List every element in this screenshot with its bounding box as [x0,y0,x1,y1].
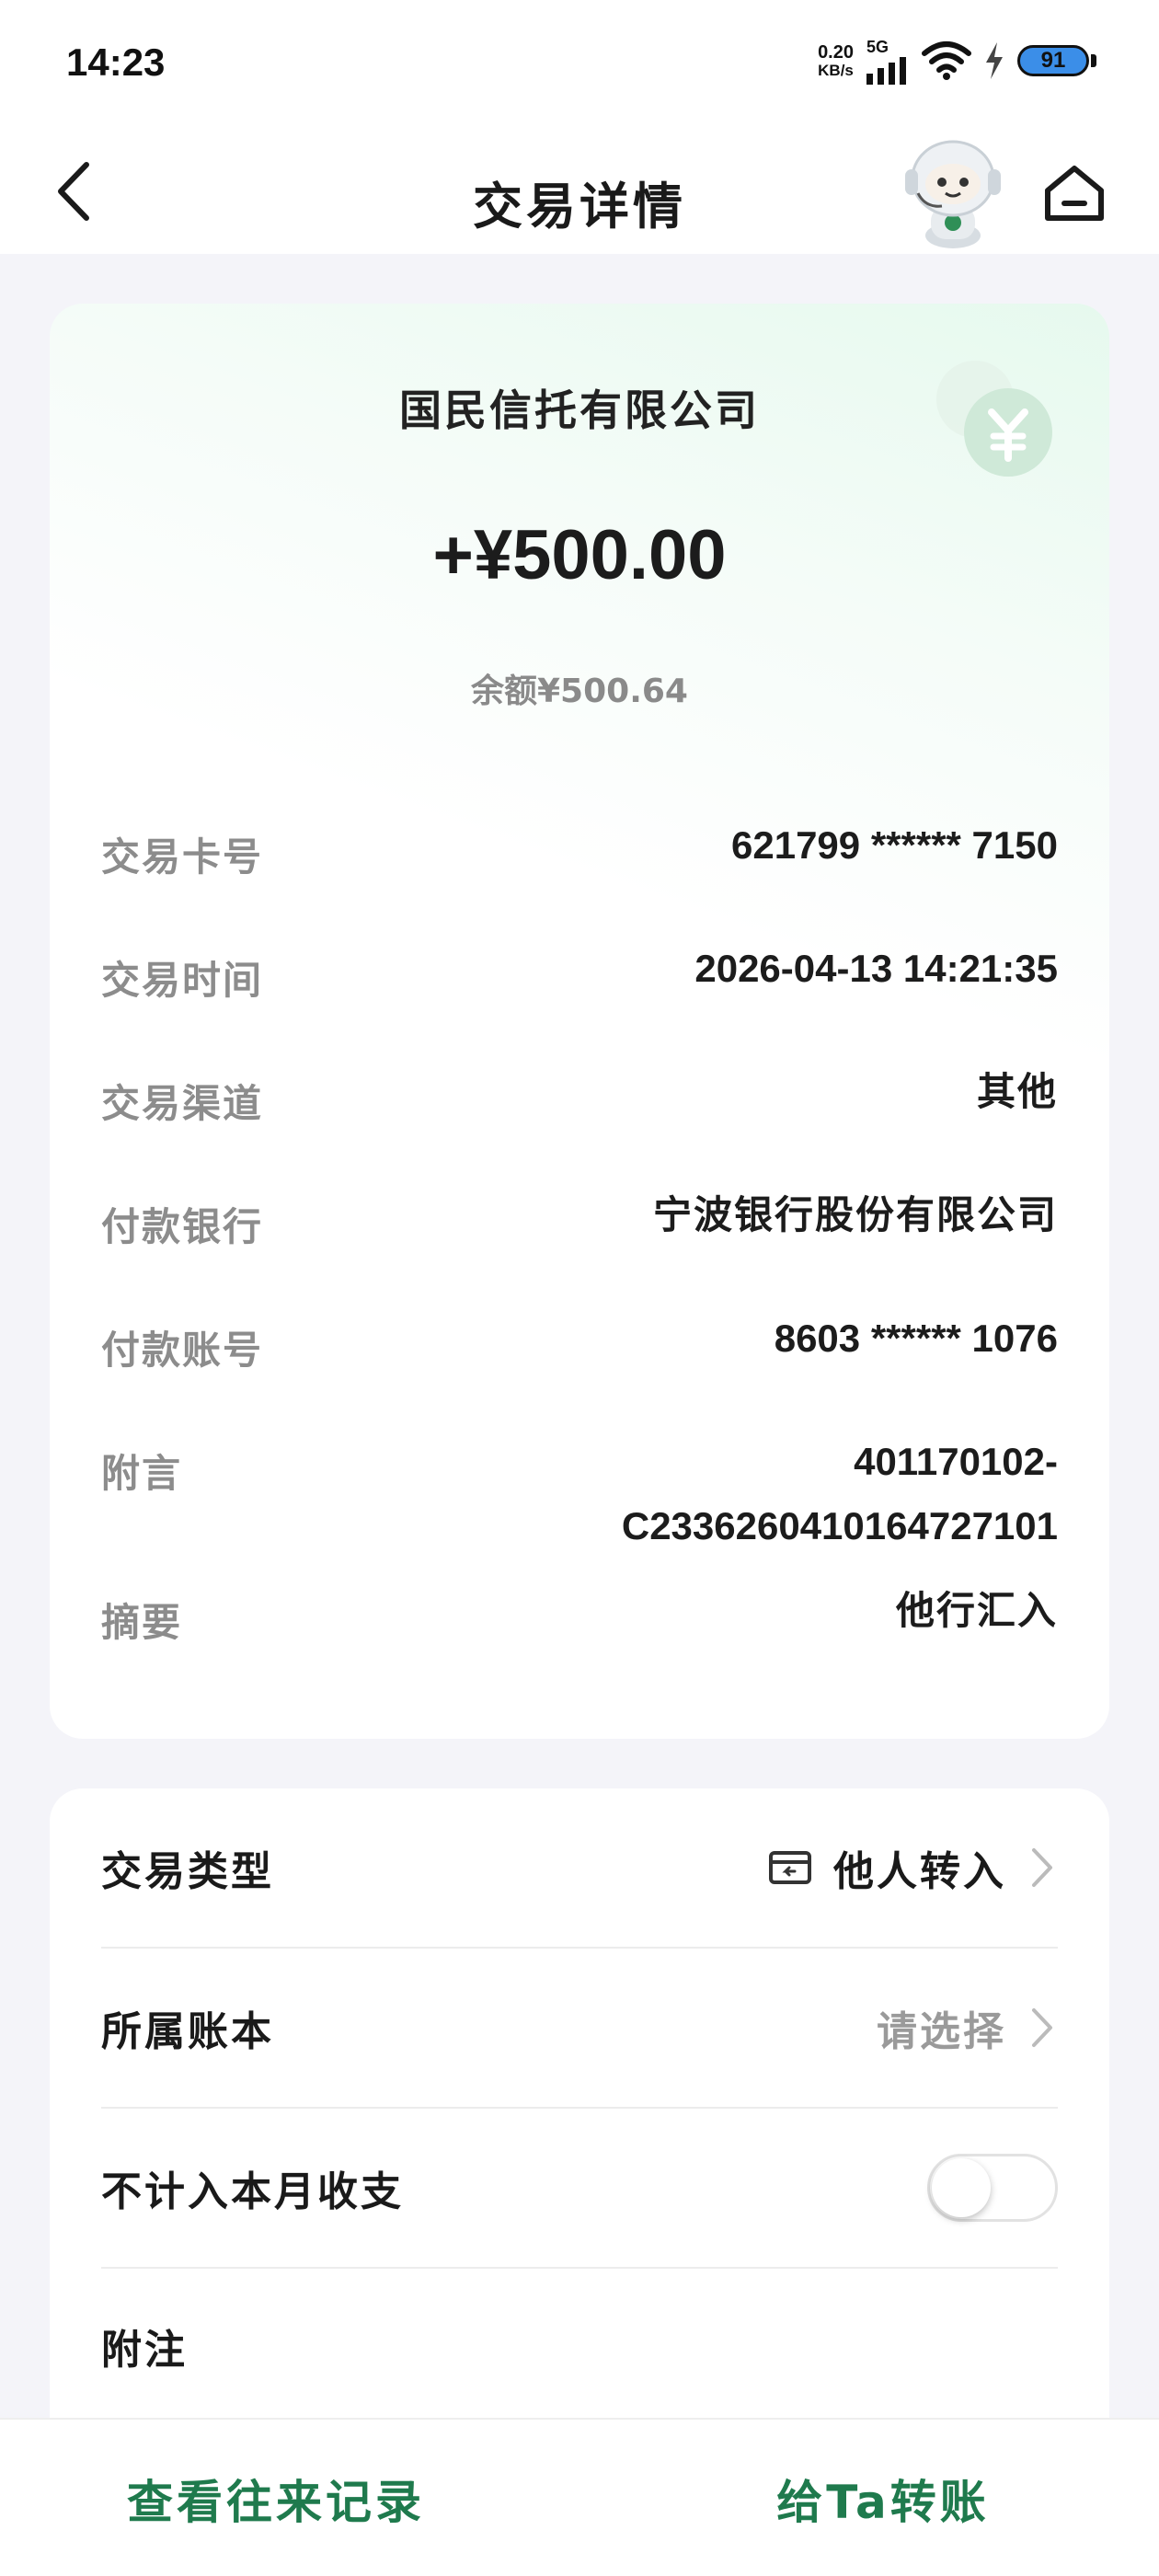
detail-value: 621799 ****** 7150 [731,823,1058,867]
wifi-icon [922,41,971,80]
view-history-button[interactable]: 查看往来记录 [74,2420,478,2576]
toggle-knob [932,2158,991,2217]
account-book-row[interactable]: 所属账本 请选择 [101,1949,1058,2109]
detail-value: 其他 [976,1069,1058,1114]
network-type: 5G [866,37,889,56]
battery-cap [1091,54,1096,67]
assistant-mascot-button[interactable] [898,132,1008,250]
postscript-value: 401170102- C23362604101647271​01 [621,1440,1058,1564]
nav-bar: 交易详情 [0,129,1159,254]
transaction-type-row[interactable]: 交易类型 他人转入 [101,1788,1058,1949]
status-bar: 14:23 0.20 KB/s 5G 91 [0,0,1159,129]
transaction-summary-card: 国民信托有限公司 +¥500.00 余额¥500.64 交易卡号 621799 … [50,304,1109,1739]
detail-label: 交易渠道 [101,1081,264,1126]
detail-value: 2026-04-13 14:21:35 [694,947,1058,990]
chevron-right-icon [1027,2005,1058,2051]
exclude-monthly-label: 不计入本月收支 [101,2168,404,2215]
network-speed-value: 0.20 [818,41,854,63]
detail-value: 8603 ****** 1076 [774,1317,1058,1360]
battery-level: 91 [1017,45,1089,76]
bottom-action-bar: 查看往来记录 给Ta转账 [0,2418,1159,2576]
mascot-icon [905,140,1001,248]
account-balance: 余额¥500.64 [471,673,688,710]
detail-row-payer-bank: 付款银行 宁波银行股份有限公司 [101,1192,1058,1253]
status-indicators: 0.20 KB/s 5G 91 [818,37,1096,85]
detail-row-summary: 摘要 他行汇入 [101,1588,1058,1649]
exclude-monthly-row: 不计入本月收支 [101,2109,1058,2269]
chevron-right-icon [1027,1845,1058,1891]
detail-row-channel: 交易渠道 其他 [101,1069,1058,1130]
note-row[interactable]: 附注 [101,2269,1058,2429]
transaction-type-value: 他人转入 [833,1848,1006,1895]
note-label: 附注 [101,2327,188,2374]
battery-icon: 91 [1017,45,1096,76]
network-speed-unit: KB/s [818,61,854,79]
detail-label: 付款账号 [101,1328,264,1373]
cellular-group: 5G [866,38,909,85]
transfer-to-payee-button[interactable]: 给Ta转账 [681,2420,1085,2576]
detail-value: 宁波银行股份有限公司 [652,1192,1058,1237]
detail-label: 附言 [101,1451,183,1496]
transaction-type-value-group: 他人转入 [767,1838,1058,1897]
exclude-monthly-toggle[interactable] [927,2154,1058,2222]
detail-row-payer-account: 付款账号 8603 ****** 1076 [101,1317,1058,1376]
account-book-value-group: 请选择 [877,1998,1058,2057]
postscript-line-2: C23362604101647271​01 [621,1504,1058,1547]
detail-label: 付款银行 [101,1204,264,1249]
network-speed: 0.20 KB/s [818,41,854,79]
transfer-in-icon [769,1851,811,1884]
transaction-amount: +¥500.00 [432,516,727,594]
account-book-label: 所属账本 [101,2008,274,2055]
transaction-detail-page: 14:23 0.20 KB/s 5G 91 交易详情 国民信托有限公司 +¥50… [0,0,1159,2576]
signal-icon [866,56,906,85]
home-icon [1045,166,1104,221]
detail-label: 摘要 [101,1600,183,1645]
detail-label: 交易卡号 [101,834,264,880]
detail-row-postscript: 附言 401170102- C23362604101647271​01 [101,1440,1058,1564]
home-button[interactable] [1038,156,1111,230]
detail-label: 交易时间 [101,958,264,1003]
payee-name: 国民信托有限公司 [399,385,760,435]
account-book-value: 请选择 [877,2008,1006,2055]
status-time: 14:23 [66,40,166,84]
charging-icon [986,42,1003,79]
detail-row-card-number: 交易卡号 621799 ****** 7150 [101,823,1058,883]
detail-row-time: 交易时间 2026-04-13 14:21:35 [101,947,1058,1006]
detail-value: 他行汇入 [895,1588,1058,1633]
transaction-type-label: 交易类型 [101,1848,274,1895]
